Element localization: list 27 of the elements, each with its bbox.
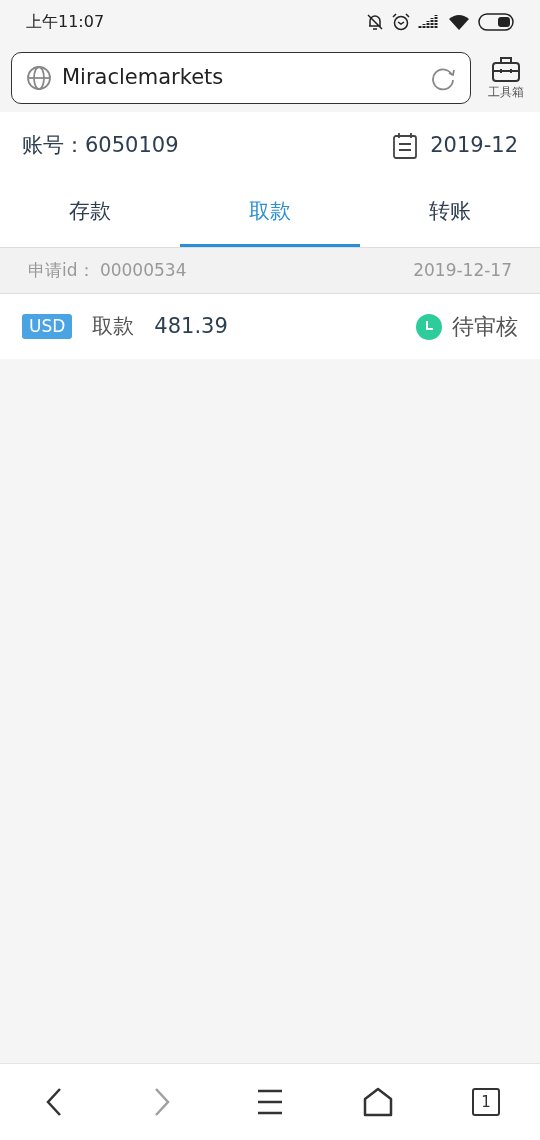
month-picker[interactable]: 2019-12 — [392, 130, 518, 162]
home-icon — [363, 1087, 393, 1117]
transaction-type: 取款 — [92, 312, 135, 340]
address-field[interactable]: Miraclemarkets — [11, 52, 471, 104]
forward-icon — [154, 1087, 170, 1117]
battery-icon — [478, 13, 514, 31]
globe-icon — [26, 65, 52, 91]
tab[interactable]: 转账 — [360, 180, 540, 247]
tab-count-button[interactable]: 1 — [462, 1078, 510, 1126]
request-date: 2019-12-17 — [413, 258, 512, 282]
mute-icon — [366, 13, 384, 31]
toolbox-button[interactable]: 工具箱 — [483, 55, 529, 101]
alarm-icon — [392, 13, 410, 31]
calendar-icon — [392, 132, 419, 160]
status-label: 待审核 — [452, 313, 518, 341]
request-id: 申请id： 00000534 — [28, 258, 187, 282]
briefcase-icon — [491, 55, 521, 83]
amount: 481.39 — [154, 312, 228, 340]
signal-icon — [418, 14, 440, 30]
reload-icon — [430, 65, 456, 91]
wifi-icon — [448, 14, 470, 30]
status-time: 上午11:07 — [26, 11, 105, 33]
menu-icon — [256, 1088, 284, 1116]
account-number: 账号：6050109 — [22, 132, 179, 160]
tab[interactable]: 存款 — [0, 180, 180, 247]
back-icon — [46, 1087, 62, 1117]
currency-tag: USD — [22, 314, 73, 339]
